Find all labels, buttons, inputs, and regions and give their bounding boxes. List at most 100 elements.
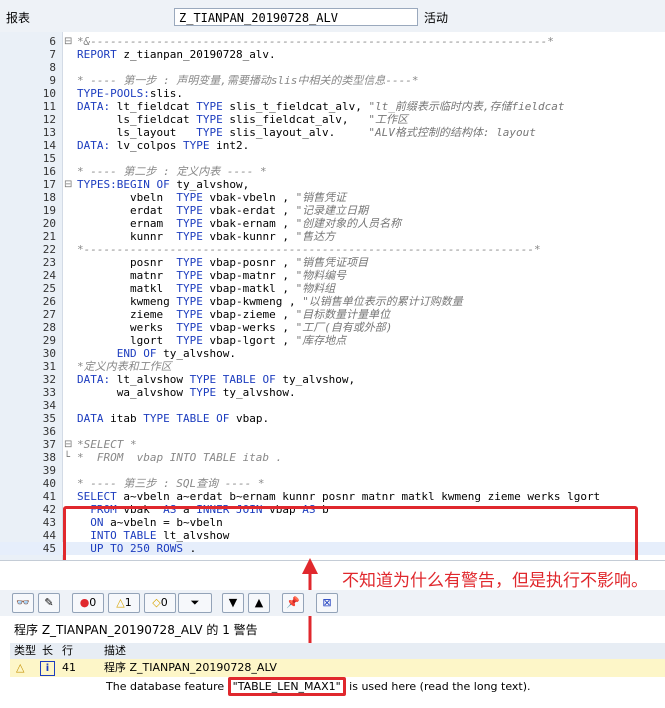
col-line[interactable]: 行 xyxy=(62,643,73,659)
code-text: * ---- 第一步 : 声明变量,需要播动slis中相关的类型信息----* xyxy=(77,74,418,87)
pencil-icon[interactable]: ✎ xyxy=(38,593,60,613)
error-filter-button[interactable]: ●0 xyxy=(72,593,104,613)
filter-button[interactable]: ⏷ xyxy=(178,593,212,613)
abap-code-editor[interactable]: 6 ⊟ *&------------------------------------… xyxy=(0,32,665,561)
info-filter-button[interactable]: ◇0 xyxy=(144,593,176,613)
line-number: 16 xyxy=(42,165,56,178)
pin-button[interactable]: 📌 xyxy=(282,593,304,613)
code-line[interactable]: 40 * ---- 第三步 : SQL查询 ---- * xyxy=(0,477,665,490)
code-line[interactable]: 10 TYPE-POOLS:slis. xyxy=(0,87,665,100)
code-text: *---------------------------------------… xyxy=(77,243,541,256)
code-line[interactable]: 38 └ * FROM vbap INTO TABLE itab . xyxy=(0,451,665,464)
code-line[interactable]: 41 SELECT a~vbeln a~erdat b~ernam kunnr p… xyxy=(0,490,665,503)
line-number: 26 xyxy=(42,295,56,308)
code-text: SELECT a~vbeln a~erdat b~ernam kunnr pos… xyxy=(77,490,600,503)
message-detail-row: The database feature "TABLE_LEN_MAX1" is… xyxy=(10,677,665,697)
code-line[interactable]: 18 vbeln TYPE vbak-vbeln , "销售凭证 xyxy=(0,191,665,204)
program-name-field[interactable]: Z_TIANPAN_20190728_ALV xyxy=(174,8,418,26)
code-line[interactable]: 20 ernam TYPE vbak-ernam , "创建对象的人员名称 xyxy=(0,217,665,230)
code-line[interactable]: 35 DATA itab TYPE TABLE OF vbap. xyxy=(0,412,665,425)
code-line[interactable]: 21 kunnr TYPE vbak-kunnr , "售达方 xyxy=(0,230,665,243)
code-line[interactable]: 28 werks TYPE vbap-werks , "工厂(自有或外部) xyxy=(0,321,665,334)
code-line[interactable]: 7 REPORT z_tianpan_20190728_alv. xyxy=(0,48,665,61)
move-up-button[interactable]: ▲ xyxy=(248,593,270,613)
code-line[interactable]: 36 xyxy=(0,425,665,438)
code-text: * ---- 第二步 : 定义内表 ---- * xyxy=(77,165,267,178)
warning-filter-button[interactable]: △1 xyxy=(108,593,140,613)
code-line[interactable]: 32 DATA: lt_alvshow TYPE TABLE OF ty_alvs… xyxy=(0,373,665,386)
code-line[interactable]: 27 zieme TYPE vbap-zieme , "目标数量计量单位 xyxy=(0,308,665,321)
fold-icon[interactable]: └ xyxy=(64,452,70,463)
code-text: * FROM vbap INTO TABLE itab . xyxy=(77,451,282,464)
code-line[interactable]: 26 kwmeng TYPE vbap-kwmeng , "以销售单位表示的累计… xyxy=(0,295,665,308)
code-token: ls_fieldcat xyxy=(77,113,197,126)
code-line[interactable]: 16 * ---- 第二步 : 定义内表 ---- * xyxy=(0,165,665,178)
code-token: vbap. xyxy=(235,412,270,425)
code-token: vbap-posnr , xyxy=(209,256,296,269)
fold-icon[interactable]: ⊟ xyxy=(64,36,72,47)
code-line[interactable]: 13 ls_layout TYPE slis_layout_alv. "ALV格… xyxy=(0,126,665,139)
line-number: 29 xyxy=(42,334,56,347)
stop-icon: ● xyxy=(79,596,90,609)
code-token: slis. xyxy=(149,87,183,100)
code-token: "工作区 xyxy=(368,113,409,126)
code-line[interactable]: 30 END OF ty_alvshow. xyxy=(0,347,665,360)
line-number: 17 xyxy=(42,178,56,191)
code-token: * ---- 第二步 : 定义内表 ---- * xyxy=(77,165,267,178)
code-line[interactable]: 11 DATA: lt_fieldcat TYPE slis_t_fieldcat… xyxy=(0,100,665,113)
code-line[interactable]: 39 xyxy=(0,464,665,477)
code-token: TYPE xyxy=(176,191,210,204)
fold-icon[interactable]: ⊟ xyxy=(64,439,72,450)
move-down-button[interactable]: ▼ xyxy=(222,593,244,613)
code-line[interactable]: 17 ⊟ TYPES:BEGIN OF ty_alvshow, xyxy=(0,178,665,191)
code-line[interactable]: 23 posnr TYPE vbap-posnr , "销售凭证项目 xyxy=(0,256,665,269)
message-table-header: 类型 长 行 描述 xyxy=(10,643,665,659)
code-line[interactable]: 25 matkl TYPE vbap-matkl , "物料组 xyxy=(0,282,665,295)
close-icon: ⊠ xyxy=(322,596,332,609)
col-desc[interactable]: 描述 xyxy=(104,643,126,659)
col-long[interactable]: 长 xyxy=(42,643,53,659)
code-line[interactable]: 12 ls_fieldcat TYPE slis_fieldcat_alv, "… xyxy=(0,113,665,126)
code-text: TYPES:BEGIN OF ty_alvshow, xyxy=(77,178,249,191)
code-text: DATA: lt_alvshow TYPE TABLE OF ty_alvsho… xyxy=(77,373,355,386)
code-line[interactable]: 33 wa_alvshow TYPE ty_alvshow. xyxy=(0,386,665,399)
line-number: 43 xyxy=(42,516,56,529)
code-line[interactable]: 29 lgort TYPE vbap-lgort , "库存地点 xyxy=(0,334,665,347)
code-line[interactable]: 6 ⊟ *&------------------------------------… xyxy=(0,35,665,48)
info-longtext-icon[interactable]: i xyxy=(40,661,55,676)
info-count: 0 xyxy=(160,596,168,609)
code-line[interactable]: 19 erdat TYPE vbak-erdat , "记录建立日期 xyxy=(0,204,665,217)
line-number: 23 xyxy=(42,256,56,269)
code-line[interactable]: 15 xyxy=(0,152,665,165)
code-token: vbap-werks , xyxy=(209,321,296,334)
close-button[interactable]: ⊠ xyxy=(316,593,338,613)
code-line[interactable]: 9 * ---- 第一步 : 声明变量,需要播动slis中相关的类型信息----* xyxy=(0,74,665,87)
code-token: TYPE xyxy=(189,386,223,399)
feature-name: "TABLE_LEN_MAX1" xyxy=(227,677,346,696)
code-line[interactable]: 24 matnr TYPE vbap-matnr , "物料编号 xyxy=(0,269,665,282)
code-line[interactable]: 8 xyxy=(0,61,665,74)
code-token: vbak-erdat , xyxy=(209,204,296,217)
code-token: matkl xyxy=(77,282,177,295)
code-line[interactable]: 34 xyxy=(0,399,665,412)
glasses-icon[interactable]: 👓 xyxy=(12,593,34,613)
code-token: posnr xyxy=(77,256,177,269)
code-token: * ---- 第一步 : 声明变量,需要播动slis中相关的类型信息----* xyxy=(77,74,419,87)
code-text: ls_layout TYPE slis_layout_alv. "ALV格式控制… xyxy=(77,126,536,139)
code-line[interactable]: 14 DATA: lv_colpos TYPE int2. xyxy=(0,139,665,152)
code-text: TYPE-POOLS:slis. xyxy=(77,87,183,100)
code-line[interactable]: 22 *-------------------------------------… xyxy=(0,243,665,256)
pin-icon: 📌 xyxy=(286,596,300,609)
code-token: *---------------------------------------… xyxy=(77,243,541,256)
code-token: "销售凭证项目 xyxy=(295,256,369,269)
message-row[interactable]: △ i 41 程序 Z_TIANPAN_20190728_ALV xyxy=(10,659,665,677)
code-token: lgort xyxy=(77,334,177,347)
code-line[interactable]: 31 *定义内表和工作区 xyxy=(0,360,665,373)
code-token: "以销售单位表示的累计订购数量 xyxy=(302,295,463,308)
fold-icon[interactable]: ⊟ xyxy=(64,179,72,190)
code-token: kwmeng xyxy=(77,295,177,308)
col-type[interactable]: 类型 xyxy=(14,643,36,659)
code-token: REPORT xyxy=(77,48,124,61)
code-token: TYPE TABLE OF xyxy=(189,373,283,386)
code-line[interactable]: 37 ⊟ *SELECT * xyxy=(0,438,665,451)
